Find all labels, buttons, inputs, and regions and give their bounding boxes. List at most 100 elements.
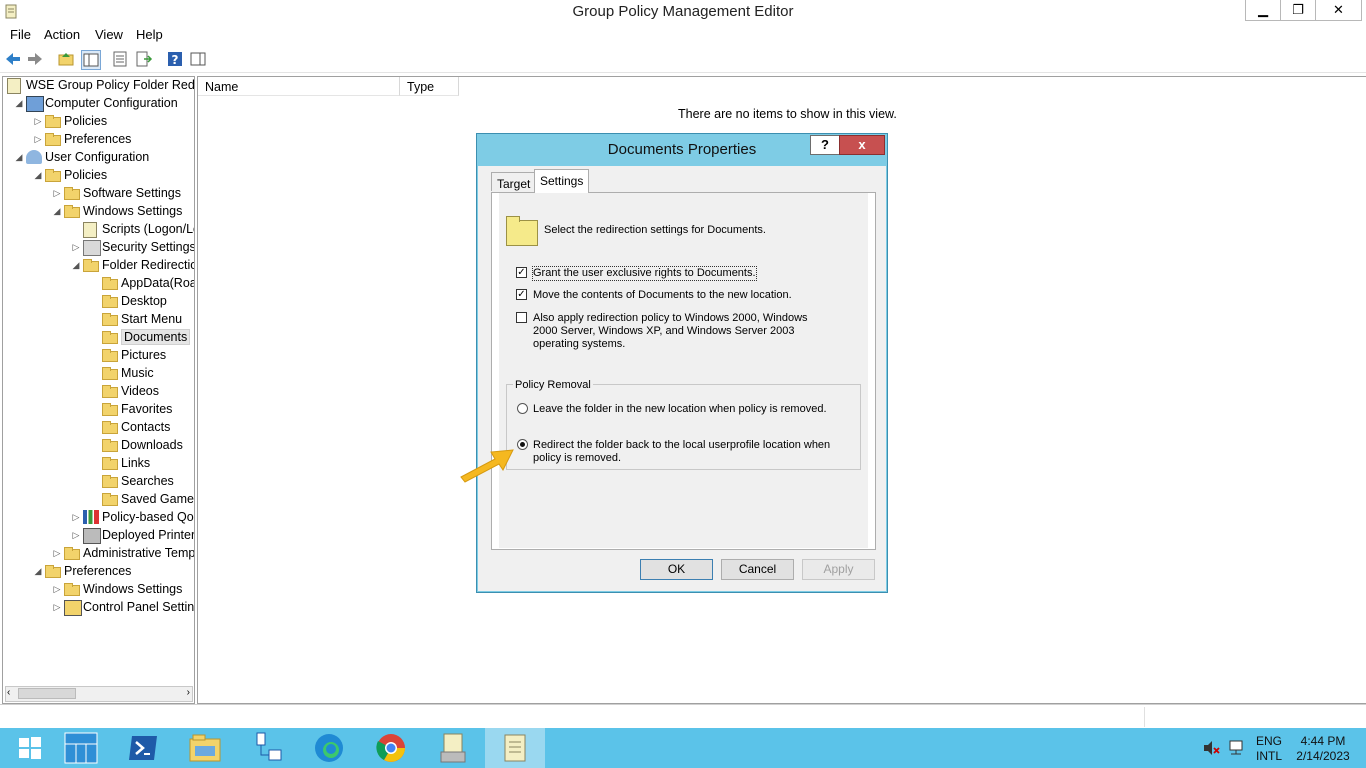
tree-node[interactable]: Scripts (Logon/Lo bbox=[3, 221, 194, 239]
tree-node[interactable]: Saved Games bbox=[3, 491, 194, 509]
leave-folder-radio[interactable] bbox=[517, 403, 528, 414]
tree-node[interactable]: ▷ Security Settings bbox=[3, 239, 194, 257]
tree-node[interactable]: Start Menu bbox=[3, 311, 193, 329]
tree-node[interactable]: ◢ Folder Redirectio bbox=[3, 257, 194, 275]
network-status-icon[interactable] bbox=[1227, 739, 1245, 757]
forward-arrow-icon[interactable] bbox=[26, 50, 44, 68]
file-explorer-button[interactable] bbox=[175, 728, 235, 768]
tree-node[interactable]: ◢ User Configuration bbox=[3, 149, 193, 167]
tree-node[interactable]: ▷ Windows Settings bbox=[3, 581, 193, 599]
powershell-button[interactable] bbox=[113, 728, 173, 768]
dialog-help-button[interactable]: ? bbox=[810, 135, 840, 155]
tree-node[interactable]: AppData(Roa bbox=[3, 275, 194, 293]
expand-arrow-icon[interactable]: ▷ bbox=[33, 116, 43, 126]
expand-arrow-icon[interactable]: ▷ bbox=[52, 584, 62, 594]
collapse-arrow-icon[interactable]: ◢ bbox=[14, 98, 24, 108]
volume-muted-icon[interactable] bbox=[1202, 740, 1220, 756]
move-contents-label[interactable]: Move the contents of Documents to the ne… bbox=[533, 289, 792, 302]
dialog-close-button[interactable]: x bbox=[839, 135, 885, 155]
collapse-arrow-icon[interactable]: ◢ bbox=[33, 170, 43, 180]
cancel-button[interactable]: Cancel bbox=[721, 559, 794, 580]
apply-legacy-os-label[interactable]: Also apply redirection policy to Windows… bbox=[533, 312, 833, 351]
console-tree[interactable]: WSE Group Policy Folder Redire ◢ Computer … bbox=[2, 76, 195, 704]
tree-node[interactable]: Favorites bbox=[3, 401, 193, 419]
tree-node[interactable]: ▷ Preferences bbox=[3, 131, 193, 149]
show-hide-action-pane-icon[interactable] bbox=[189, 50, 207, 68]
back-arrow-icon[interactable] bbox=[4, 50, 22, 68]
tree-node[interactable]: ▷ Policies bbox=[3, 113, 193, 131]
expand-arrow-icon[interactable]: ▷ bbox=[52, 188, 62, 198]
tab-target[interactable]: Target bbox=[491, 172, 537, 191]
network-app-button[interactable] bbox=[237, 728, 297, 768]
tree-node[interactable]: Videos bbox=[3, 383, 193, 401]
move-contents-checkbox[interactable]: ✓ bbox=[516, 289, 527, 300]
menu-view[interactable]: View bbox=[95, 27, 123, 42]
chrome-button[interactable] bbox=[361, 728, 421, 768]
tree-node[interactable]: Pictures bbox=[3, 347, 193, 365]
tree-node[interactable]: Desktop bbox=[3, 293, 193, 311]
input-language-indicator[interactable]: ENG INTL bbox=[1255, 734, 1283, 764]
help-icon[interactable]: ? bbox=[166, 50, 184, 68]
menu-help[interactable]: Help bbox=[136, 27, 163, 42]
expand-arrow-icon[interactable]: ▷ bbox=[33, 134, 43, 144]
printer-icon bbox=[83, 528, 101, 544]
scroll-left-icon[interactable]: ‹ bbox=[7, 687, 10, 698]
gp-editor-button[interactable] bbox=[485, 728, 545, 768]
export-list-icon[interactable] bbox=[135, 50, 153, 68]
tree-node[interactable]: Documents bbox=[3, 329, 193, 347]
tree-node[interactable]: ▷ Software Settings bbox=[3, 185, 193, 203]
tree-node[interactable]: ▷ Policy-based QoS bbox=[3, 509, 194, 527]
column-header-type[interactable]: Type bbox=[400, 77, 459, 96]
show-hide-console-tree-icon[interactable] bbox=[81, 50, 101, 70]
tree-node-label: Pictures bbox=[121, 348, 167, 362]
tree-node[interactable]: ◢ Preferences bbox=[3, 563, 193, 581]
up-folder-icon[interactable] bbox=[57, 50, 75, 68]
properties-icon[interactable] bbox=[111, 50, 129, 68]
redirect-back-label[interactable]: Redirect the folder back to the local us… bbox=[533, 439, 833, 465]
tree-node[interactable]: ◢ Computer Configuration bbox=[3, 95, 193, 113]
tree-node[interactable]: Searches bbox=[3, 473, 193, 491]
tree-node[interactable]: ▷ Administrative Temp bbox=[3, 545, 194, 563]
tab-settings[interactable]: Settings bbox=[534, 169, 590, 193]
restore-button[interactable]: ❐ bbox=[1280, 0, 1316, 21]
gpmc-button[interactable] bbox=[423, 728, 483, 768]
scroll-thumb[interactable] bbox=[18, 688, 76, 699]
scroll-right-icon[interactable]: › bbox=[187, 687, 190, 698]
tree-horizontal-scrollbar[interactable]: ‹ › bbox=[5, 686, 193, 702]
menu-action[interactable]: Action bbox=[44, 27, 80, 42]
expand-arrow-icon[interactable]: ▷ bbox=[71, 242, 81, 252]
collapse-arrow-icon[interactable]: ◢ bbox=[33, 566, 43, 576]
tree-node[interactable]: ▷ Control Panel Setting bbox=[3, 599, 194, 617]
tree-node[interactable]: ◢ Policies bbox=[3, 167, 193, 185]
apply-button[interactable]: Apply bbox=[802, 559, 875, 580]
apply-legacy-os-checkbox[interactable] bbox=[516, 312, 527, 323]
exclusive-rights-checkbox[interactable]: ✓ bbox=[516, 267, 527, 278]
edge-button[interactable] bbox=[299, 728, 359, 768]
menu-bar: File Action View Help bbox=[0, 24, 1366, 44]
collapse-arrow-icon[interactable]: ◢ bbox=[71, 260, 81, 270]
expand-arrow-icon[interactable]: ▷ bbox=[71, 530, 81, 540]
close-window-button[interactable]: ✕ bbox=[1315, 0, 1362, 21]
exclusive-rights-label[interactable]: Grant the user exclusive rights to Docum… bbox=[532, 266, 757, 281]
tree-node[interactable]: Links bbox=[3, 455, 193, 473]
leave-folder-label[interactable]: Leave the folder in the new location whe… bbox=[533, 403, 827, 416]
menu-file[interactable]: File bbox=[10, 27, 31, 42]
tree-node-label: Contacts bbox=[121, 420, 171, 434]
expand-arrow-icon[interactable]: ▷ bbox=[71, 512, 81, 522]
server-manager-button[interactable] bbox=[51, 728, 111, 768]
tree-node[interactable]: Contacts bbox=[3, 419, 193, 437]
tree-node[interactable]: WSE Group Policy Folder Redire bbox=[3, 77, 194, 95]
column-header-name[interactable]: Name bbox=[198, 77, 400, 96]
collapse-arrow-icon[interactable]: ◢ bbox=[52, 206, 62, 216]
minimize-button[interactable]: ▁ bbox=[1245, 0, 1281, 21]
tree-node-label: User Configuration bbox=[45, 150, 150, 164]
ok-button[interactable]: OK bbox=[640, 559, 713, 580]
tree-node[interactable]: ◢ Windows Settings bbox=[3, 203, 193, 221]
collapse-arrow-icon[interactable]: ◢ bbox=[14, 152, 24, 162]
expand-arrow-icon[interactable]: ▷ bbox=[52, 548, 62, 558]
tree-node[interactable]: Downloads bbox=[3, 437, 193, 455]
clock[interactable]: 4:44 PM 2/14/2023 bbox=[1290, 734, 1356, 764]
tree-node[interactable]: Music bbox=[3, 365, 193, 383]
tree-node[interactable]: ▷ Deployed Printers bbox=[3, 527, 194, 545]
expand-arrow-icon[interactable]: ▷ bbox=[52, 602, 62, 612]
